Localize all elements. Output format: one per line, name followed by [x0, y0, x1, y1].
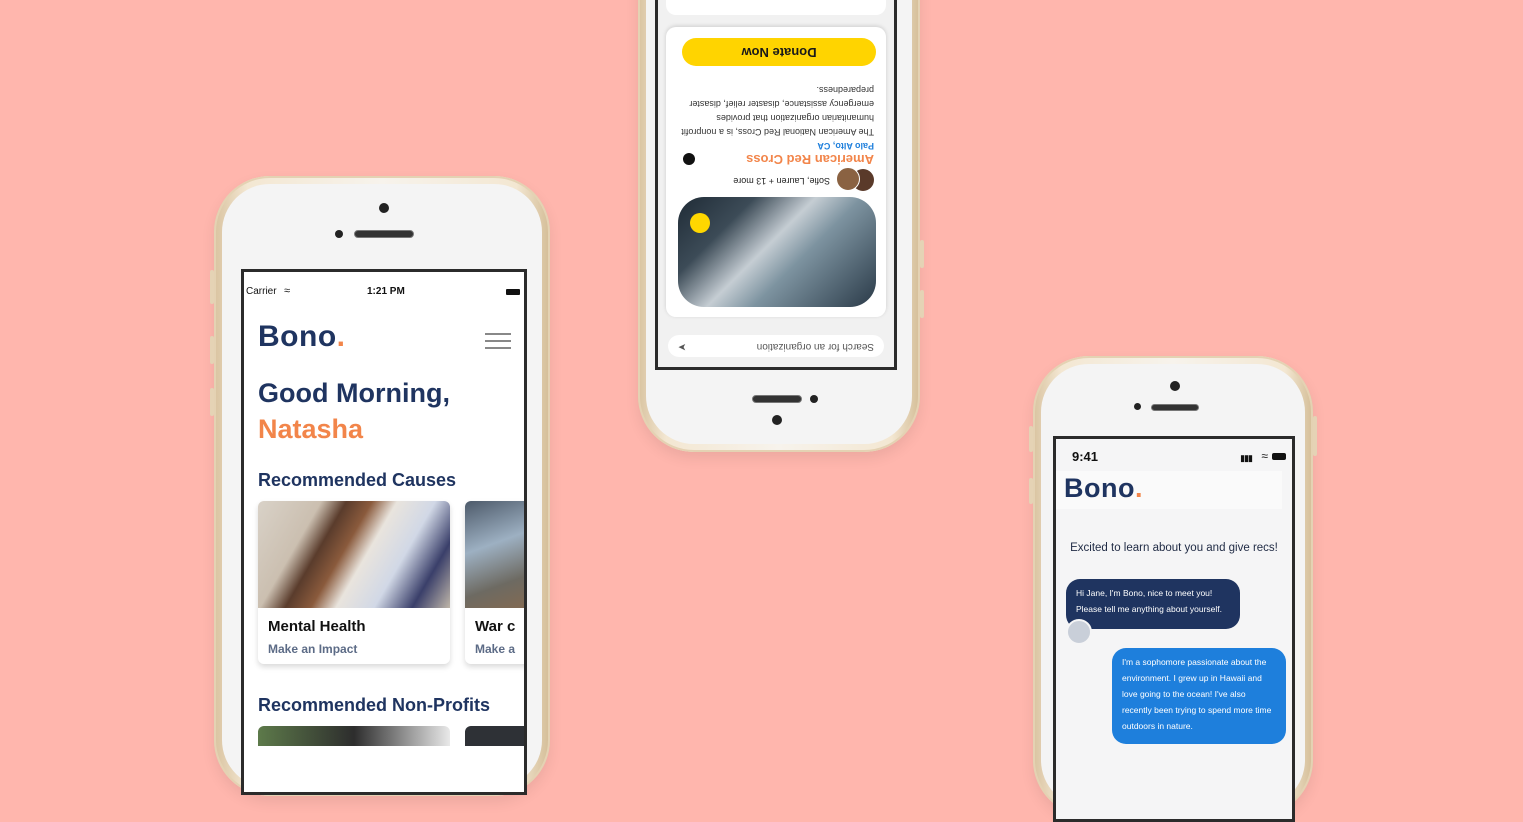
chat-intro: Excited to learn about you and give recs… — [1070, 542, 1278, 554]
globe-icon[interactable] — [683, 153, 695, 165]
phone-organization: Search for an organization ➤ Sofie, Laur… — [638, 0, 924, 452]
cause-title: Mental Health — [268, 618, 366, 635]
logo-dot: . — [336, 320, 346, 353]
cause-subtitle[interactable]: Make an Impact — [268, 642, 357, 656]
front-camera — [1170, 381, 1180, 391]
user-name: Natasha — [258, 414, 364, 444]
sensor — [1134, 403, 1141, 410]
earpiece-speaker — [354, 230, 414, 238]
app-logo[interactable]: Bono. — [258, 320, 345, 354]
volume-up-button — [210, 336, 214, 364]
menu-icon[interactable] — [485, 333, 511, 349]
mute-switch — [210, 270, 214, 304]
wifi-icon: ≈ — [1261, 449, 1268, 463]
battery-icon — [506, 289, 520, 295]
logo-text: Bono — [258, 320, 337, 353]
cause-title: War c — [475, 618, 516, 635]
volume-down-button — [920, 290, 924, 318]
donate-button[interactable]: Donate Now — [682, 38, 876, 66]
play-icon[interactable] — [690, 213, 710, 233]
search-bar[interactable]: Search for an organization ➤ — [668, 335, 884, 357]
cause-image — [258, 501, 450, 608]
cause-card[interactable]: Mental Health Make an Impact — [258, 501, 450, 664]
organization-description: The American National Red Cross, is a no… — [681, 85, 874, 137]
sensor — [810, 395, 818, 403]
status-time: 1:21 PM — [367, 286, 405, 297]
mute-switch — [1029, 426, 1033, 452]
organization-name: American Red Cross — [746, 152, 874, 167]
phone-chat: 9:41 ▮▮▮ ≈ Bono. Excited to learn about … — [1029, 356, 1317, 822]
volume-up-button — [920, 240, 924, 268]
bot-message: Hi Jane, I'm Bono, nice to meet you! Ple… — [1066, 579, 1240, 629]
power-button — [1313, 416, 1317, 456]
supporters-text: Sofie, Lauren + 13 more — [733, 176, 830, 186]
earpiece-speaker — [752, 395, 802, 403]
front-camera — [379, 203, 389, 213]
app-logo[interactable]: Bono. — [1064, 473, 1143, 504]
next-organization-card[interactable] — [666, 0, 886, 15]
section-title-nonprofits: Recommended Non-Profits — [258, 695, 491, 715]
organization-card[interactable]: Sofie, Lauren + 13 more American Red Cro… — [666, 27, 886, 317]
phone-home: Carrier ≈ 1:21 PM Bono. Good Morning, Na… — [210, 176, 550, 796]
nonprofit-image[interactable] — [258, 726, 450, 746]
volume-up-button — [1029, 478, 1033, 504]
front-camera — [772, 415, 782, 425]
earpiece-speaker — [1151, 404, 1199, 411]
send-icon[interactable]: ➤ — [678, 335, 686, 357]
logo-text: Bono — [1064, 473, 1135, 503]
organization-location: Palo Alto, CA — [817, 141, 874, 151]
sensor — [335, 230, 343, 238]
user-message: I'm a sophomore passionate about the env… — [1112, 648, 1286, 744]
home-screen: Carrier ≈ 1:21 PM Bono. Good Morning, Na… — [241, 269, 527, 795]
nonprofit-image[interactable] — [465, 726, 524, 746]
bot-avatar — [1066, 619, 1092, 645]
battery-icon — [1272, 453, 1286, 460]
wifi-icon: ≈ — [284, 285, 291, 297]
avatar — [836, 167, 860, 191]
organization-image — [678, 197, 876, 307]
status-time: 9:41 — [1072, 449, 1099, 464]
search-input[interactable]: Search for an organization — [757, 341, 874, 352]
logo-dot: . — [1134, 473, 1143, 503]
section-title-causes: Recommended Causes — [258, 470, 457, 490]
chat-screen: 9:41 ▮▮▮ ≈ Bono. Excited to learn about … — [1053, 436, 1295, 822]
greeting-text: Good Morning, — [258, 378, 450, 408]
status-bar: Carrier ≈ 1:21 PM — [244, 285, 524, 300]
cause-image — [465, 501, 524, 608]
carrier-label: Carrier — [246, 286, 277, 297]
greeting: Good Morning, Natasha — [258, 375, 450, 447]
organization-screen: Search for an organization ➤ Sofie, Laur… — [655, 0, 897, 370]
signal-icon: ▮▮▮ — [1240, 453, 1253, 463]
cause-card[interactable]: War c Make a — [465, 501, 524, 664]
cause-subtitle[interactable]: Make a — [475, 642, 515, 656]
volume-down-button — [210, 388, 214, 416]
